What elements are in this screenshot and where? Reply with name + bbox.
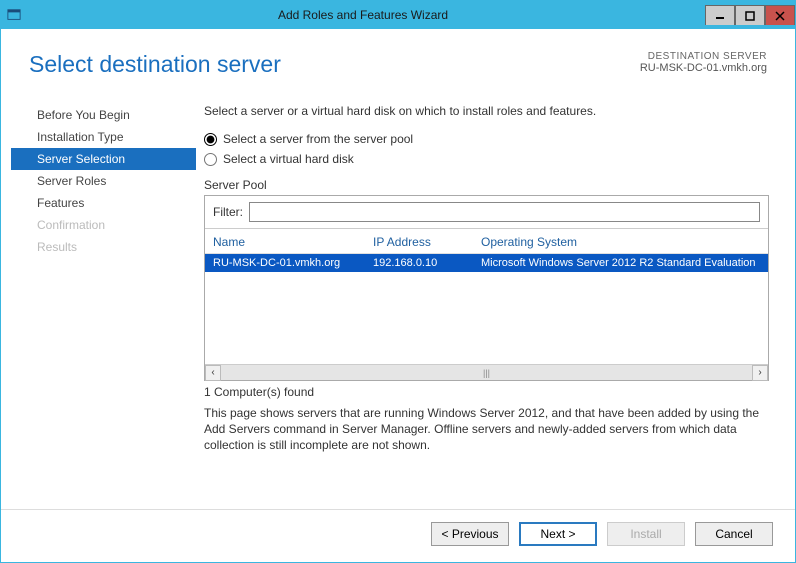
wizard-main: Select a server or a virtual hard disk o… [196,84,785,509]
wizard-footer: < Previous Next > Install Cancel [1,509,795,562]
server-pool-panel: Filter: Name IP Address Operating System… [204,195,769,381]
table-body: RU-MSK-DC-01.vmkh.org 192.168.0.10 Micro… [205,254,768,364]
page-title: Select destination server [29,51,281,78]
sidebar-item-label: Server Roles [37,174,106,188]
next-button[interactable]: Next > [519,522,597,546]
sidebar-item-label: Server Selection [37,152,125,166]
wizard-sidebar: Before You Begin Installation Type Serve… [11,84,196,509]
sidebar-item-before-you-begin[interactable]: Before You Begin [11,104,196,126]
scroll-right-icon[interactable]: › [752,365,768,381]
sidebar-item-server-selection[interactable]: Server Selection [11,148,196,170]
destination-label: DESTINATION SERVER [640,51,767,62]
column-os[interactable]: Operating System [481,235,760,249]
minimize-button[interactable] [705,5,735,25]
app-icon [7,8,21,22]
close-button[interactable] [765,5,795,25]
radio-vhd-label: Select a virtual hard disk [223,152,354,166]
table-row[interactable]: RU-MSK-DC-01.vmkh.org 192.168.0.10 Micro… [205,254,768,272]
cell-name: RU-MSK-DC-01.vmkh.org [213,257,373,269]
wizard-body: Before You Begin Installation Type Serve… [1,84,795,509]
install-button: Install [607,522,685,546]
destination-block: DESTINATION SERVER RU-MSK-DC-01.vmkh.org [640,51,767,74]
radio-server-pool[interactable]: Select a server from the server pool [204,132,769,146]
server-pool-label: Server Pool [204,178,769,192]
filter-row: Filter: [205,196,768,229]
radio-vhd[interactable]: Select a virtual hard disk [204,152,769,166]
cell-os: Microsoft Windows Server 2012 R2 Standar… [481,257,760,269]
filter-input[interactable] [249,202,760,222]
destination-value: RU-MSK-DC-01.vmkh.org [640,62,767,74]
column-ip[interactable]: IP Address [373,235,481,249]
instruction-text: Select a server or a virtual hard disk o… [204,104,769,118]
filter-label: Filter: [213,205,243,219]
table-header: Name IP Address Operating System [205,229,768,254]
cancel-button[interactable]: Cancel [695,522,773,546]
radio-server-pool-input[interactable] [204,133,217,146]
sidebar-item-label: Installation Type [37,130,124,144]
sidebar-item-installation-type[interactable]: Installation Type [11,126,196,148]
titlebar-left [7,8,21,22]
titlebar: Add Roles and Features Wizard [1,1,795,29]
client-area: Select destination server DESTINATION SE… [1,29,795,562]
sidebar-item-server-roles[interactable]: Server Roles [11,170,196,192]
computer-count: 1 Computer(s) found [204,385,769,399]
horizontal-scrollbar[interactable]: ‹ ||| › [205,364,768,380]
cell-ip: 192.168.0.10 [373,257,481,269]
sidebar-item-features[interactable]: Features [11,192,196,214]
sidebar-item-label: Before You Begin [37,108,130,122]
window-controls [705,5,795,25]
scroll-track[interactable]: ||| [221,366,752,380]
radio-server-pool-label: Select a server from the server pool [223,132,413,146]
sidebar-item-confirmation: Confirmation [11,214,196,236]
sidebar-item-label: Features [37,196,84,210]
page-header: Select destination server DESTINATION SE… [1,29,795,84]
sidebar-item-results: Results [11,236,196,258]
maximize-button[interactable] [735,5,765,25]
page-note: This page shows servers that are running… [204,405,769,454]
previous-button[interactable]: < Previous [431,522,509,546]
scroll-left-icon[interactable]: ‹ [205,365,221,381]
column-name[interactable]: Name [213,235,373,249]
wizard-window: Add Roles and Features Wizard Select des… [0,0,796,563]
sidebar-item-label: Confirmation [37,218,105,232]
radio-vhd-input[interactable] [204,153,217,166]
sidebar-item-label: Results [37,240,77,254]
window-title: Add Roles and Features Wizard [21,8,705,22]
